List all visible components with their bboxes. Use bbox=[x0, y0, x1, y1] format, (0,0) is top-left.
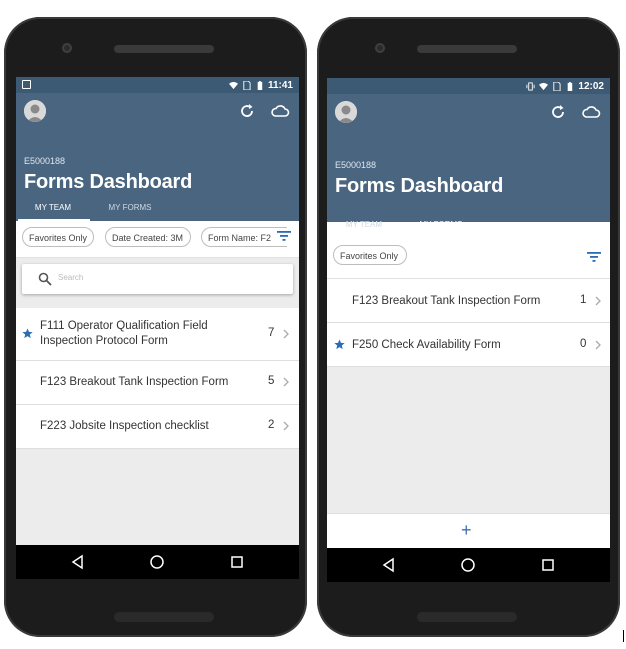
avatar[interactable] bbox=[24, 100, 46, 122]
app-header: E5000188 Forms Dashboard MY TEAM MY FORM… bbox=[16, 93, 299, 221]
bottom-speaker bbox=[417, 612, 517, 622]
phone-frame-left: 11:41 E5000188 Forms Dashboard MY TEAM M… bbox=[4, 17, 307, 637]
filter-icon[interactable] bbox=[586, 250, 602, 264]
filter-chip-favorites[interactable]: Favorites Only bbox=[22, 227, 94, 247]
home-icon[interactable] bbox=[149, 554, 165, 570]
search-placeholder: Search bbox=[58, 273, 84, 282]
front-camera bbox=[62, 43, 72, 53]
filter-chip-date-created[interactable]: Date Created: 3M bbox=[105, 227, 191, 247]
user-avatar-icon bbox=[24, 100, 46, 122]
filter-bar: Favorites Only Date Created: 3M Form Nam… bbox=[16, 221, 299, 258]
form-count: 0 bbox=[580, 338, 587, 350]
phone-frame-right: 12:02 E5000188 Forms Dashboard MY TEAM M… bbox=[317, 17, 620, 637]
status-bar: 11:41 bbox=[16, 77, 299, 93]
android-nav-bar bbox=[327, 548, 610, 582]
form-count: 7 bbox=[268, 327, 275, 339]
chevron-right-icon bbox=[595, 296, 601, 306]
form-name: F123 Breakout Tank Inspection Form bbox=[352, 295, 541, 307]
search-input[interactable]: Search bbox=[22, 264, 293, 294]
chevron-right-icon bbox=[283, 377, 289, 387]
text-cursor bbox=[623, 630, 624, 642]
app-header: E5000188 Forms Dashboard MY TEAM MY FORM… bbox=[327, 94, 610, 238]
form-count: 1 bbox=[580, 294, 587, 306]
add-form-bar: + bbox=[327, 513, 610, 548]
tab-my-forms[interactable]: MY FORMS bbox=[90, 203, 170, 212]
front-camera bbox=[375, 43, 385, 53]
form-name-line2: Inspection Protocol Form bbox=[40, 335, 168, 347]
recents-icon[interactable] bbox=[229, 554, 245, 570]
battery-icon bbox=[257, 80, 263, 90]
search-icon bbox=[38, 272, 52, 286]
form-name: F123 Breakout Tank Inspection Form bbox=[40, 376, 229, 388]
filter-icon[interactable] bbox=[276, 229, 292, 243]
sim-icon bbox=[243, 80, 251, 90]
user-avatar-icon bbox=[335, 101, 357, 123]
list-item[interactable]: F123 Breakout Tank Inspection Form 5 bbox=[16, 361, 299, 405]
filter-chip-form-name[interactable]: Form Name: F2 bbox=[201, 227, 287, 247]
earpiece-speaker bbox=[114, 45, 214, 53]
sim-icon bbox=[553, 81, 561, 91]
tab-my-forms[interactable]: MY FORMS bbox=[401, 220, 481, 229]
favorite-star-icon[interactable] bbox=[22, 328, 33, 339]
refresh-icon[interactable] bbox=[238, 102, 256, 120]
cloud-icon[interactable] bbox=[581, 103, 601, 121]
list-item[interactable]: F123 Breakout Tank Inspection Form 1 bbox=[327, 279, 610, 323]
battery-icon bbox=[568, 81, 573, 91]
list-item[interactable]: F223 Jobsite Inspection checklist 2 bbox=[16, 405, 299, 449]
chevron-right-icon bbox=[283, 329, 289, 339]
tab-my-team[interactable]: MY TEAM bbox=[16, 203, 90, 212]
tab-my-team[interactable]: MY TEAM bbox=[327, 220, 401, 229]
cloud-icon[interactable] bbox=[270, 102, 290, 120]
list-item[interactable]: F111 Operator Qualification Field Inspec… bbox=[16, 308, 299, 361]
earpiece-speaker bbox=[417, 45, 517, 53]
form-name: F223 Jobsite Inspection checklist bbox=[40, 420, 209, 432]
android-nav-bar bbox=[16, 545, 299, 579]
employee-id: E5000188 bbox=[24, 156, 66, 166]
vibrate-icon bbox=[526, 81, 535, 91]
wifi-icon bbox=[539, 82, 549, 90]
filter-bar: Favorites Only bbox=[327, 238, 610, 279]
image-notification-icon bbox=[22, 80, 31, 89]
status-bar: 12:02 bbox=[327, 78, 610, 94]
recents-icon[interactable] bbox=[540, 557, 556, 573]
status-time: 12:02 bbox=[578, 80, 604, 92]
screen: 12:02 E5000188 Forms Dashboard MY TEAM M… bbox=[327, 78, 610, 582]
form-name: F250 Check Availability Form bbox=[352, 339, 501, 351]
forms-list: F123 Breakout Tank Inspection Form 1 F25… bbox=[327, 279, 610, 514]
page-title: Forms Dashboard bbox=[24, 171, 193, 193]
favorite-star-icon[interactable] bbox=[334, 339, 345, 350]
wifi-icon bbox=[228, 81, 238, 89]
screen: 11:41 E5000188 Forms Dashboard MY TEAM M… bbox=[16, 77, 299, 579]
employee-id: E5000188 bbox=[335, 160, 377, 170]
bottom-speaker bbox=[114, 612, 214, 622]
page-title: Forms Dashboard bbox=[335, 175, 504, 197]
refresh-icon[interactable] bbox=[549, 103, 567, 121]
back-icon[interactable] bbox=[381, 557, 397, 573]
chevron-right-icon bbox=[283, 421, 289, 431]
chevron-right-icon bbox=[595, 340, 601, 350]
filter-chip-favorites[interactable]: Favorites Only bbox=[333, 245, 407, 265]
form-count: 2 bbox=[268, 419, 275, 431]
status-time: 11:41 bbox=[267, 79, 293, 91]
form-name-line1: F111 Operator Qualification Field bbox=[40, 320, 208, 332]
add-form-button[interactable]: + bbox=[461, 520, 472, 541]
form-name: F111 Operator Qualification Field Inspec… bbox=[40, 319, 208, 349]
avatar[interactable] bbox=[335, 101, 357, 123]
list-item[interactable]: F250 Check Availability Form 0 bbox=[327, 323, 610, 367]
forms-list: Search F111 Operator Qualification Field… bbox=[16, 258, 299, 545]
home-icon[interactable] bbox=[460, 557, 476, 573]
form-count: 5 bbox=[268, 375, 275, 387]
back-icon[interactable] bbox=[70, 554, 86, 570]
